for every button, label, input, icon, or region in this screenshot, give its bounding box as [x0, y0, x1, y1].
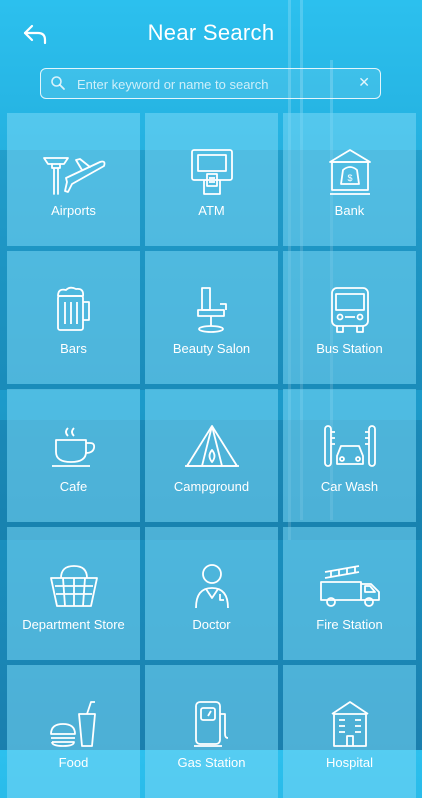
category-label: Gas Station	[177, 755, 246, 770]
category-tile-cafe[interactable]: Cafe	[7, 389, 140, 522]
salon-chair-icon	[180, 285, 244, 335]
search-icon	[50, 75, 66, 91]
category-label: Bus Station	[316, 341, 383, 356]
category-label: Hospital	[326, 755, 373, 770]
category-label: Fire Station	[316, 617, 383, 632]
category-tile-car-wash[interactable]: Car Wash	[283, 389, 416, 522]
category-tile-department-store[interactable]: Department Store	[7, 527, 140, 660]
category-label: Beauty Salon	[172, 341, 251, 356]
category-tile-food[interactable]: Food	[7, 665, 140, 798]
category-label: Food	[58, 755, 89, 770]
category-tile-doctor[interactable]: Doctor	[145, 527, 278, 660]
category-tile-fire-station[interactable]: Fire Station	[283, 527, 416, 660]
category-label: Cafe	[59, 479, 88, 494]
clear-icon[interactable]: ✕	[358, 74, 370, 91]
beer-icon	[42, 285, 106, 335]
airport-icon	[42, 147, 106, 197]
coffee-cup-icon	[42, 423, 106, 473]
car-wash-icon	[318, 423, 382, 473]
tent-icon	[180, 423, 244, 473]
basket-icon	[42, 561, 106, 611]
category-label: Bars	[60, 341, 87, 356]
header-bar: Near Search	[0, 0, 422, 64]
category-label: Campground	[173, 479, 250, 494]
category-tile-bus-station[interactable]: Bus Station	[283, 251, 416, 384]
bank-icon: $	[318, 147, 382, 197]
page-title: Near Search	[147, 20, 275, 45]
category-tile-campground[interactable]: Campground	[145, 389, 278, 522]
category-tile-hospital[interactable]: Hospital	[283, 665, 416, 798]
hospital-icon	[318, 699, 382, 749]
food-icon	[42, 699, 106, 749]
category-tile-airports[interactable]: Airports	[7, 113, 140, 246]
category-label: Car Wash	[320, 479, 379, 494]
category-tile-bars[interactable]: Bars	[7, 251, 140, 384]
search-input[interactable]	[75, 72, 349, 96]
category-label: Doctor	[192, 617, 231, 632]
category-label: Bank	[334, 203, 365, 218]
category-label: ATM	[198, 203, 225, 218]
category-tile-bank[interactable]: $ Bank	[283, 113, 416, 246]
fire-truck-icon	[318, 561, 382, 611]
category-label: Department Store	[22, 617, 125, 632]
category-tile-beauty-salon[interactable]: Beauty Salon	[145, 251, 278, 384]
search-bar[interactable]: ✕	[40, 68, 381, 99]
bus-icon	[318, 285, 382, 335]
doctor-icon	[180, 561, 244, 611]
category-tile-gas-station[interactable]: Gas Station	[145, 665, 278, 798]
atm-icon	[180, 147, 244, 197]
svg-text:$: $	[347, 173, 352, 183]
category-tile-atm[interactable]: ATM	[145, 113, 278, 246]
category-label: Airports	[51, 203, 96, 218]
gas-pump-icon	[180, 699, 244, 749]
